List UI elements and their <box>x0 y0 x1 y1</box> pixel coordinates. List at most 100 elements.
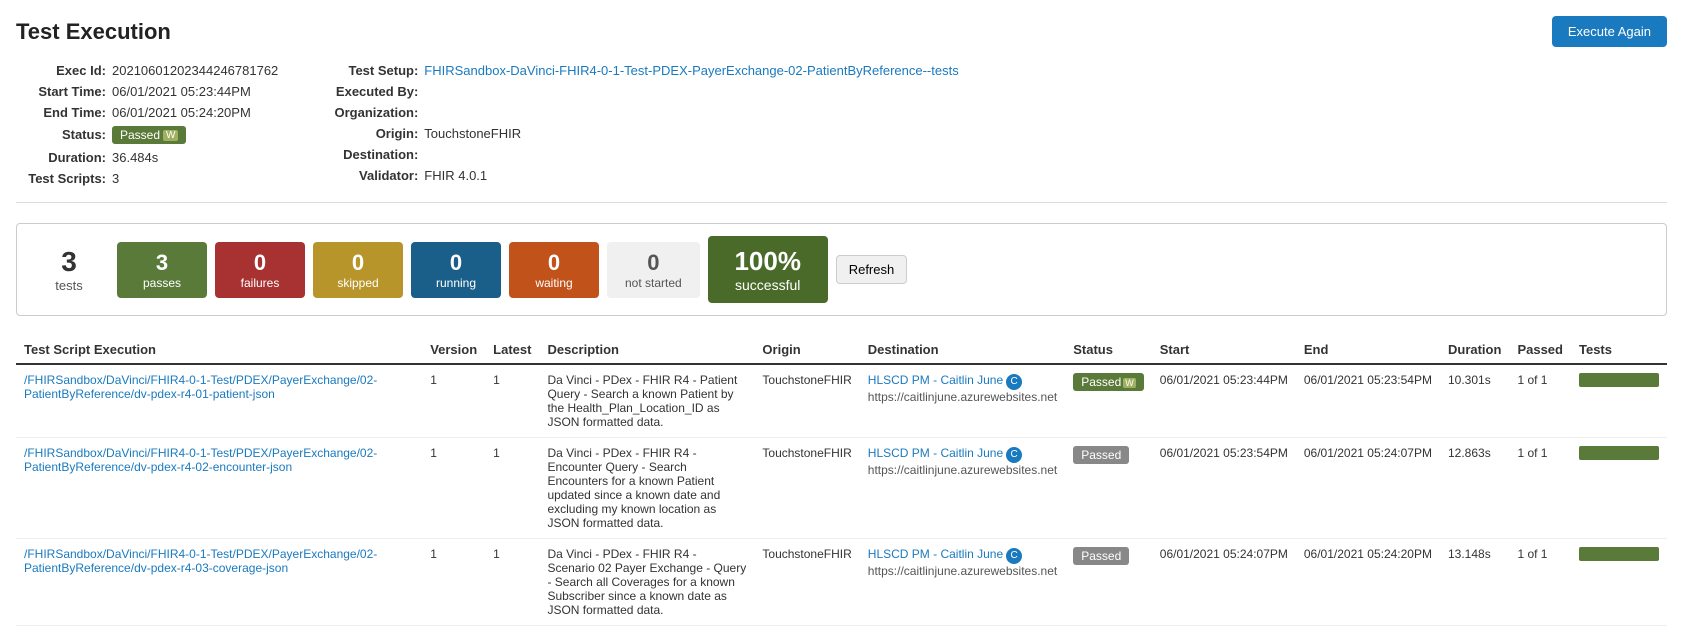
exec-id-row: Exec Id: 20210601202344246781762 <box>16 63 278 78</box>
stat-passes-num: 3 <box>135 250 189 276</box>
progress-bar <box>1579 547 1659 561</box>
td-tests <box>1571 438 1667 539</box>
td-script: /FHIRSandbox/DaVinci/FHIR4-0-1-Test/PDEX… <box>16 438 422 539</box>
col-script: Test Script Execution <box>16 336 422 364</box>
stats-row: 3 tests 3 passes 0 failures 0 skipped 0 … <box>16 223 1667 316</box>
stat-not-started-box[interactable]: 0 not started <box>607 242 700 298</box>
td-passed: 1 of 1 <box>1509 539 1571 626</box>
success-box: 100% successful <box>708 236 828 303</box>
test-setup-link[interactable]: FHIRSandbox-DaVinci-FHIR4-0-1-Test-PDEX-… <box>424 63 958 78</box>
td-status: Passed <box>1065 438 1152 539</box>
col-description: Description <box>539 336 754 364</box>
organization-row: Organization: <box>318 105 958 120</box>
script-link[interactable]: /FHIRSandbox/DaVinci/FHIR4-0-1-Test/PDEX… <box>24 373 377 401</box>
status-badge: PassedW <box>1073 373 1144 391</box>
duration-row: Duration: 36.484s <box>16 150 278 165</box>
origin-row: Origin: TouchstoneFHIR <box>318 126 958 141</box>
td-description: Da Vinci - PDex - FHIR R4 - Encounter Qu… <box>539 438 754 539</box>
td-destination: HLSCD PM - Caitlin JuneChttps://caitlinj… <box>860 364 1065 438</box>
dest-url: https://caitlinjune.azurewebsites.net <box>868 463 1057 477</box>
start-time-value: 06/01/2021 05:23:44PM <box>112 84 251 99</box>
td-duration: 13.148s <box>1440 539 1509 626</box>
td-status: PassedW <box>1065 364 1152 438</box>
test-scripts-label: Test Scripts: <box>16 171 106 186</box>
start-time-row: Start Time: 06/01/2021 05:23:44PM <box>16 84 278 99</box>
status-badge-w: W <box>163 130 178 141</box>
table-body: /FHIRSandbox/DaVinci/FHIR4-0-1-Test/PDEX… <box>16 364 1667 626</box>
execute-again-button[interactable]: Execute Again <box>1552 16 1667 47</box>
stat-failures-box[interactable]: 0 failures <box>215 242 305 298</box>
duration-label: Duration: <box>16 150 106 165</box>
dest-link[interactable]: HLSCD PM - Caitlin JuneC <box>868 547 1022 561</box>
dest-c-icon: C <box>1006 374 1022 390</box>
stat-skipped-num: 0 <box>331 250 385 276</box>
success-pct: 100% <box>728 246 808 277</box>
exec-info-left: Exec Id: 20210601202344246781762 Start T… <box>16 63 278 186</box>
status-badge: Passed <box>1073 446 1129 464</box>
td-destination: HLSCD PM - Caitlin JuneC https://caitlinj… <box>860 539 1065 626</box>
stat-failures-label: failures <box>233 276 287 290</box>
stat-waiting-box[interactable]: 0 waiting <box>509 242 599 298</box>
refresh-button[interactable]: Refresh <box>836 255 908 284</box>
exec-id-value: 20210601202344246781762 <box>112 63 278 78</box>
stat-passes-box[interactable]: 3 passes <box>117 242 207 298</box>
td-end: 06/01/2021 05:24:07PM <box>1296 438 1440 539</box>
test-script-table-section: Test Script Execution Version Latest Des… <box>16 336 1667 626</box>
exec-info-section: Exec Id: 20210601202344246781762 Start T… <box>16 63 1667 203</box>
td-latest: 1 <box>485 438 539 539</box>
executed-by-label: Executed By: <box>318 84 418 99</box>
status-badge: Passed W <box>112 126 186 144</box>
td-version: 1 <box>422 438 485 539</box>
stat-not-started-label: not started <box>625 276 682 290</box>
script-link[interactable]: /FHIRSandbox/DaVinci/FHIR4-0-1-Test/PDEX… <box>24 547 377 575</box>
td-version: 1 <box>422 539 485 626</box>
exec-id-label: Exec Id: <box>16 63 106 78</box>
td-description: Da Vinci - PDex - FHIR R4 - Patient Quer… <box>539 364 754 438</box>
td-destination: HLSCD PM - Caitlin JuneC https://caitlinj… <box>860 438 1065 539</box>
test-setup-label: Test Setup: <box>318 63 418 78</box>
validator-value: FHIR 4.0.1 <box>424 168 487 183</box>
progress-bar <box>1579 373 1659 387</box>
table-header: Test Script Execution Version Latest Des… <box>16 336 1667 364</box>
td-duration: 10.301s <box>1440 364 1509 438</box>
col-destination: Destination <box>860 336 1065 364</box>
stat-running-label: running <box>429 276 483 290</box>
stat-running-box[interactable]: 0 running <box>411 242 501 298</box>
td-start: 06/01/2021 05:23:54PM <box>1152 438 1296 539</box>
duration-value: 36.484s <box>112 150 158 165</box>
destination-label: Destination: <box>318 147 418 162</box>
td-script: /FHIRSandbox/DaVinci/FHIR4-0-1-Test/PDEX… <box>16 364 422 438</box>
exec-info-right: Test Setup: FHIRSandbox-DaVinci-FHIR4-0-… <box>318 63 958 186</box>
td-version: 1 <box>422 364 485 438</box>
dest-c-icon: C <box>1006 548 1022 564</box>
stat-total-num: 3 <box>29 246 109 278</box>
td-latest: 1 <box>485 539 539 626</box>
dest-link[interactable]: HLSCD PM - Caitlin JuneC <box>868 373 1022 387</box>
td-duration: 12.863s <box>1440 438 1509 539</box>
stat-not-started-num: 0 <box>625 250 682 276</box>
page-title: Test Execution <box>16 19 171 45</box>
col-start: Start <box>1152 336 1296 364</box>
table-row: /FHIRSandbox/DaVinci/FHIR4-0-1-Test/PDEX… <box>16 539 1667 626</box>
stat-running-num: 0 <box>429 250 483 276</box>
stat-skipped-box[interactable]: 0 skipped <box>313 242 403 298</box>
destination-row: Destination: <box>318 147 958 162</box>
td-origin: TouchstoneFHIR <box>754 364 859 438</box>
col-status: Status <box>1065 336 1152 364</box>
validator-row: Validator: FHIR 4.0.1 <box>318 168 958 183</box>
stat-skipped-label: skipped <box>331 276 385 290</box>
td-origin: TouchstoneFHIR <box>754 539 859 626</box>
page-header: Test Execution Execute Again <box>16 16 1667 47</box>
td-tests <box>1571 539 1667 626</box>
script-link[interactable]: /FHIRSandbox/DaVinci/FHIR4-0-1-Test/PDEX… <box>24 446 377 474</box>
col-duration: Duration <box>1440 336 1509 364</box>
test-script-table: Test Script Execution Version Latest Des… <box>16 336 1667 626</box>
dest-link[interactable]: HLSCD PM - Caitlin JuneC <box>868 446 1022 460</box>
td-latest: 1 <box>485 364 539 438</box>
col-latest: Latest <box>485 336 539 364</box>
dest-url: https://caitlinjune.azurewebsites.net <box>868 564 1057 578</box>
col-origin: Origin <box>754 336 859 364</box>
td-end: 06/01/2021 05:24:20PM <box>1296 539 1440 626</box>
dest-c-icon: C <box>1006 447 1022 463</box>
td-script: /FHIRSandbox/DaVinci/FHIR4-0-1-Test/PDEX… <box>16 539 422 626</box>
